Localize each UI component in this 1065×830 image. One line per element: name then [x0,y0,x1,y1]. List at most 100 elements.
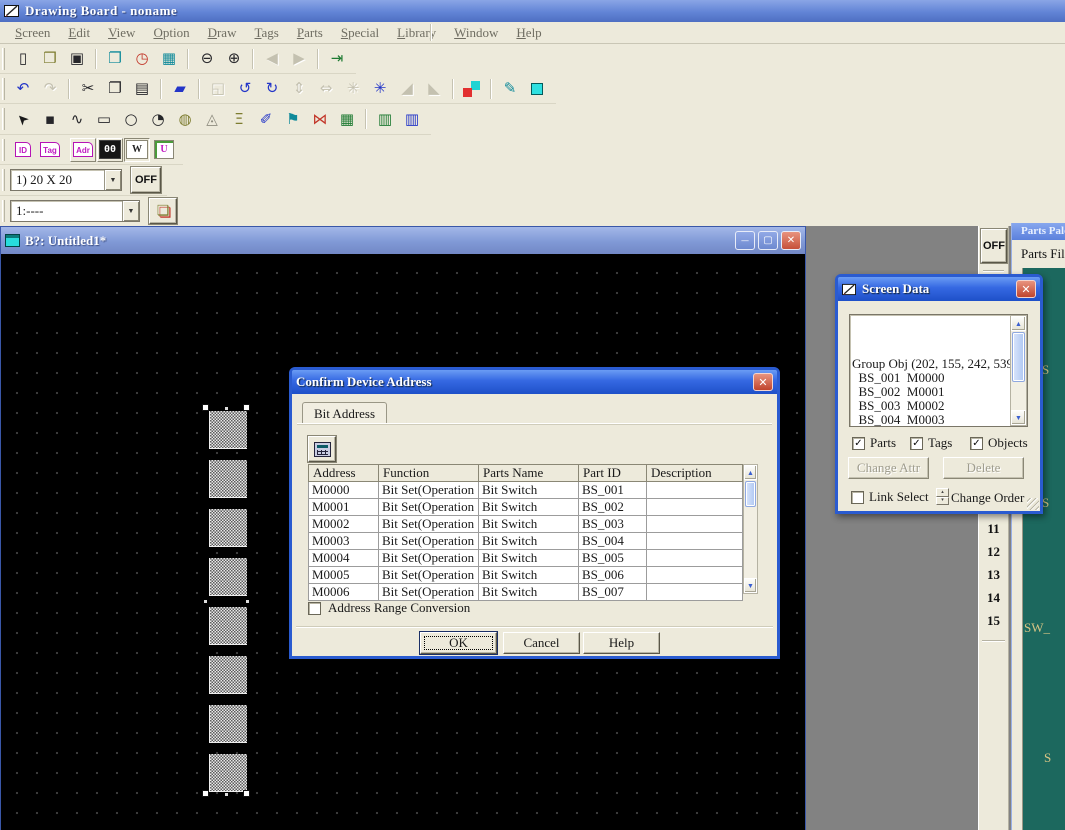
dialog-title-bar[interactable]: Confirm Device Address ✕ [292,370,777,394]
table-row[interactable]: M0003 Bit Set(Operation ... Bit Switch B… [309,533,743,550]
cell-address[interactable]: M0003 [309,533,379,550]
flip-vertical-icon[interactable]: ⇕ [286,77,312,101]
menu-item[interactable]: Help [507,23,550,43]
list-item[interactable]: BS_003 M0002 [852,399,1010,413]
cell-function[interactable]: Bit Set(Operation ... [379,533,479,550]
screen-select-combo[interactable]: 1:---- ▼ [10,200,140,222]
menu-item[interactable]: Edit [59,23,99,43]
menu-item[interactable]: Option [144,23,198,43]
cell-part-id[interactable]: BS_002 [579,499,647,516]
cell-part-id[interactable]: BS_005 [579,550,647,567]
polyline-tool-icon[interactable]: ∿ [64,107,90,131]
minimize-button[interactable]: — [735,231,755,250]
state-off-button[interactable]: OFF [131,167,161,193]
state-number[interactable]: 11 [979,521,1008,544]
bit-switch-part[interactable] [209,509,247,547]
objects-checkbox[interactable]: ✓ Objects [970,435,1028,451]
checkbox-unchecked[interactable] [308,602,321,615]
open-file-icon[interactable]: ❒ [37,47,63,71]
scroll-down-icon[interactable]: ▼ [1011,410,1026,425]
cancel-button[interactable]: Cancel [503,632,580,654]
bit-switch-part[interactable] [209,411,247,449]
cell-parts-name[interactable]: Bit Switch [479,516,579,533]
cell-function[interactable]: Bit Set(Operation ... [379,482,479,499]
tab-bit-address[interactable]: Bit Address [302,402,387,424]
undo-icon[interactable]: ↶ [10,77,36,101]
checkbox-checked[interactable]: ✓ [852,437,865,450]
menu-item[interactable]: Screen [6,23,59,43]
cell-description[interactable] [647,499,743,516]
save-icon[interactable]: ▣ [64,47,90,71]
column-header[interactable]: Function [379,465,479,482]
tags-checkbox[interactable]: ✓ Tags [910,435,952,451]
menu-item[interactable]: Window [445,23,507,43]
state-number[interactable]: 12 [979,544,1008,567]
scrollbar[interactable]: ▲ ▼ [743,464,758,594]
cell-parts-name[interactable]: Bit Switch [479,533,579,550]
cell-description[interactable] [647,584,743,601]
help-button[interactable]: Help [583,632,660,654]
maximize-button[interactable]: ▢ [758,231,778,250]
u-image-icon[interactable]: U [151,138,177,162]
selection-handle[interactable] [243,404,250,411]
state-number[interactable]: 13 [979,567,1008,590]
table-row[interactable]: M0005 Bit Set(Operation ... Bit Switch B… [309,567,743,584]
chevron-down-icon[interactable]: ▼ [104,170,121,190]
scroll-thumb[interactable] [1012,332,1025,382]
bit-switch-part[interactable] [209,558,247,596]
screen-list-button[interactable]: ❏ [149,198,177,224]
column-header[interactable]: Part ID [579,465,647,482]
tag-tag-icon[interactable]: Tag [37,138,63,162]
spin-down-icon[interactable]: ▾ [936,497,949,506]
bit-switch-part[interactable] [209,656,247,694]
cell-parts-name[interactable]: Bit Switch [479,584,579,601]
cell-address[interactable]: M0002 [309,516,379,533]
ok-button[interactable]: OK [420,632,497,654]
select-tool-icon[interactable]: ➤ [10,107,36,131]
table-row[interactable]: M0006 Bit Set(Operation ... Bit Switch B… [309,584,743,601]
column-header[interactable]: Parts Name [479,465,579,482]
list-item[interactable]: Group Obj (202, 155, 242, 539 [852,357,1010,371]
drawing-window-title-bar[interactable]: B?: Untitled1* — ▢ ✕ [1,227,805,254]
cell-address[interactable]: M0005 [309,567,379,584]
selection-handle[interactable] [204,600,207,603]
close-icon[interactable]: ✕ [753,373,773,391]
paste-icon[interactable]: ▤ [129,77,155,101]
cell-function[interactable]: Bit Set(Operation ... [379,567,479,584]
menu-item[interactable]: View [99,23,144,43]
cell-description[interactable] [647,482,743,499]
cell-parts-name[interactable]: Bit Switch [479,567,579,584]
eraser-icon[interactable]: ▰ [167,77,193,101]
new-file-icon[interactable]: ▯ [10,47,36,71]
cell-description[interactable] [647,516,743,533]
marker-tool-icon[interactable]: ✐ [253,107,279,131]
bit-switch-part[interactable] [209,607,247,645]
state-number[interactable]: 15 [979,613,1008,636]
menu-item[interactable]: Special [332,23,388,43]
adr-tag-icon[interactable]: Adr [70,138,96,162]
column-header[interactable]: Address [309,465,379,482]
cut-icon[interactable]: ✂ [75,77,101,101]
selection-handle[interactable] [225,793,228,796]
scroll-up-icon[interactable]: ▲ [744,465,757,480]
exit-icon[interactable]: ⇥ [324,47,350,71]
cell-function[interactable]: Bit Set(Operation ... [379,499,479,516]
change-order-spinner[interactable]: ▴ ▾ [936,488,949,505]
table-row[interactable]: M0000 Bit Set(Operation ... Bit Switch B… [309,482,743,499]
menu-item[interactable]: Draw [199,23,246,43]
cell-part-id[interactable]: BS_006 [579,567,647,584]
rotate-right-icon[interactable]: ↻ [259,77,285,101]
menu-item[interactable]: Parts [288,23,332,43]
address-range-conversion-checkbox[interactable]: Address Range Conversion [308,600,470,616]
selection-handle[interactable] [202,404,209,411]
pie-tool-icon[interactable]: ◔ [145,107,171,131]
selection-handle[interactable] [225,407,228,410]
link-select-checkbox[interactable]: Link Select [851,489,929,505]
bit-switch-part[interactable] [209,754,247,792]
cell-address[interactable]: M0006 [309,584,379,601]
w-state-icon[interactable]: W [124,138,150,162]
cell-description[interactable] [647,550,743,567]
table-row[interactable]: M0004 Bit Set(Operation ... Bit Switch B… [309,550,743,567]
box3d-blue-icon[interactable]: ▥ [399,107,425,131]
dot-tool-icon[interactable]: ▪ [37,107,63,131]
